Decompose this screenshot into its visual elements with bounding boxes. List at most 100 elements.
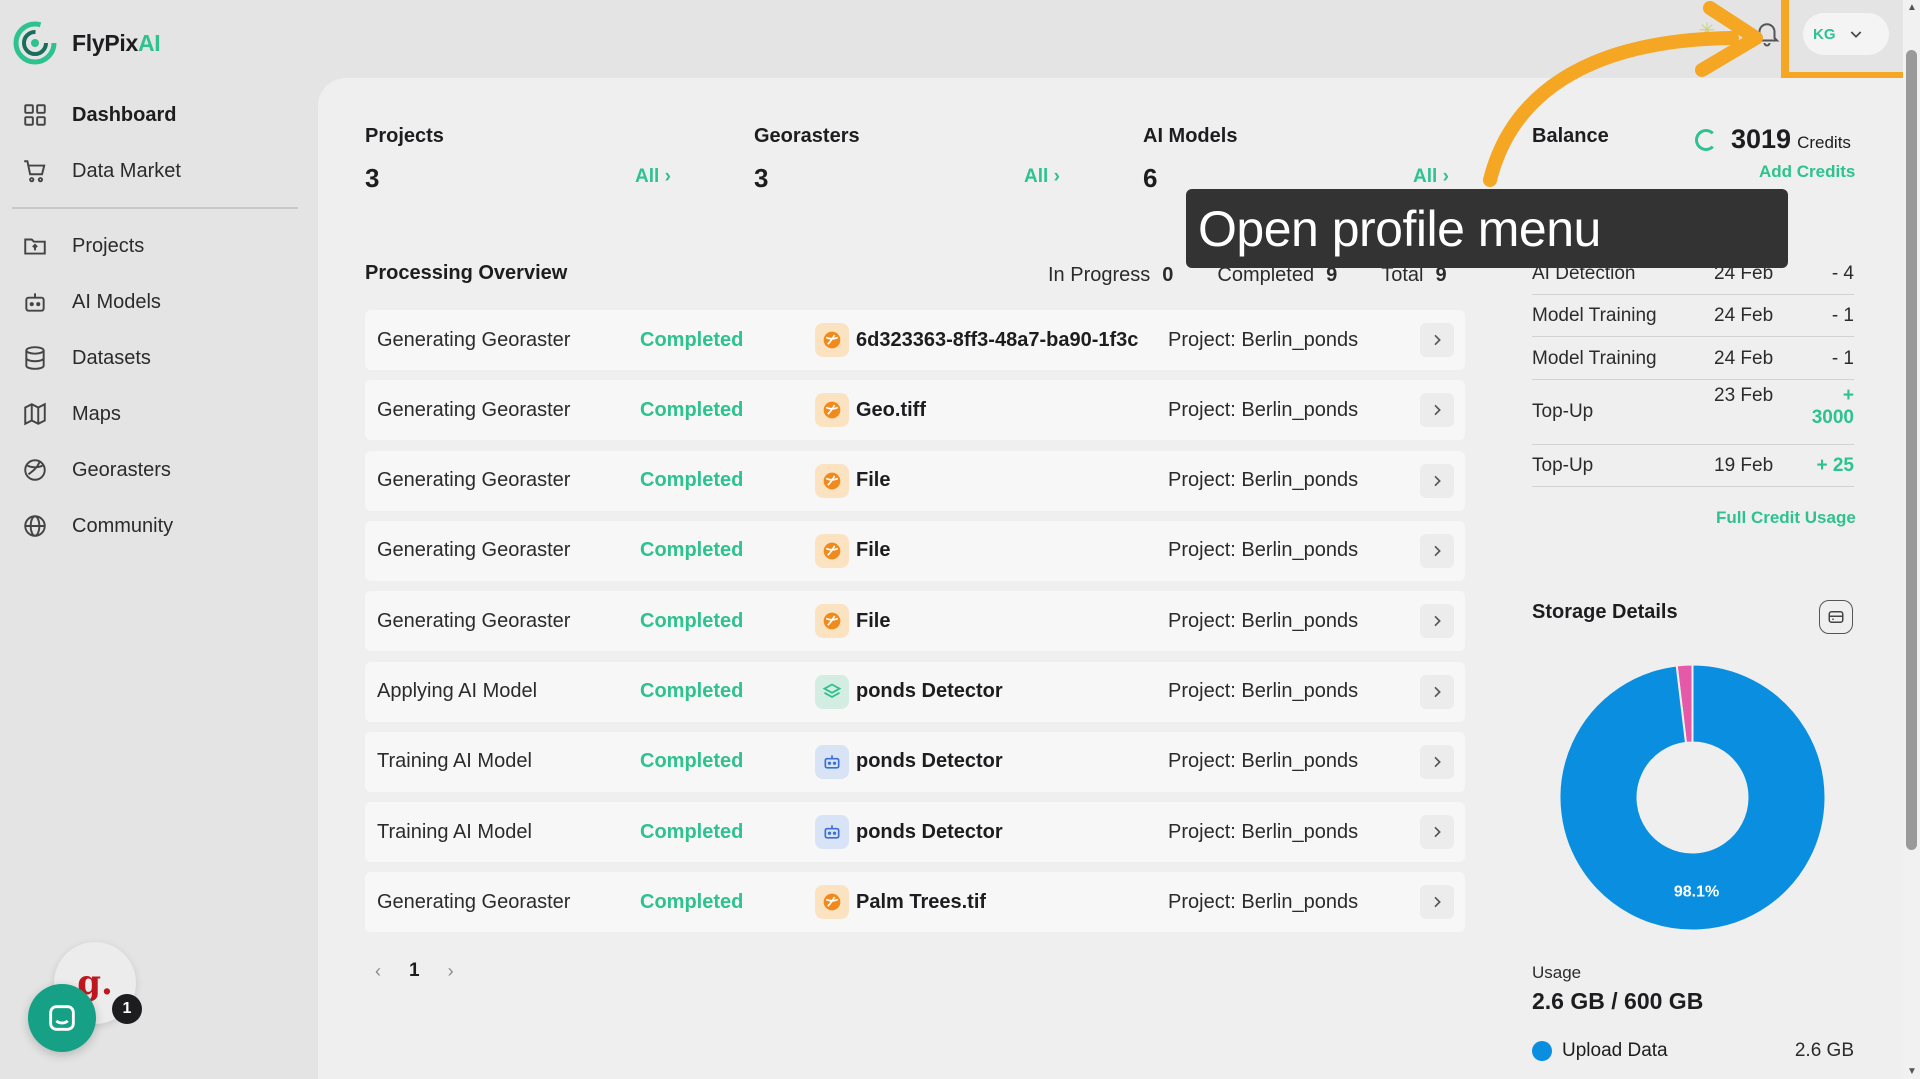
transaction-type: Top-Up <box>1532 401 1594 422</box>
next-page-button[interactable]: › <box>448 961 454 982</box>
donut-data-label: 98.1% <box>1674 884 1719 901</box>
ai-models-all-link[interactable]: All › <box>1413 166 1449 188</box>
processing-row[interactable]: Generating Georaster Completed Geo.tiff … <box>365 380 1465 441</box>
robot-icon <box>815 815 849 850</box>
chevron-right-icon: › <box>1442 166 1449 187</box>
processing-row[interactable]: Generating Georaster Completed Palm Tree… <box>365 872 1465 933</box>
row-project: Project: Berlin_ponds <box>1168 890 1359 913</box>
row-open-button[interactable] <box>1420 674 1454 709</box>
georasters-all-link[interactable]: All › <box>1024 166 1060 188</box>
row-open-button[interactable] <box>1420 393 1454 428</box>
row-open-button[interactable] <box>1420 604 1454 639</box>
row-open-button[interactable] <box>1420 744 1454 779</box>
chat-icon <box>49 1005 75 1031</box>
processing-row[interactable]: Applying AI Model Completed ponds Detect… <box>365 661 1465 722</box>
sidebar-item-data-market[interactable]: Data Market <box>22 151 181 191</box>
row-open-button[interactable] <box>1420 885 1454 920</box>
sidebar-item-datasets[interactable]: Datasets <box>22 338 151 378</box>
chevron-right-icon <box>1434 475 1441 486</box>
chevron-right-icon: › <box>1053 166 1060 187</box>
row-item-name: File <box>856 469 891 492</box>
row-task: Generating Georaster <box>377 328 571 351</box>
chat-launcher-button[interactable] <box>28 984 96 1052</box>
georaster-icon <box>815 323 849 357</box>
legend-color-swatch <box>1532 1041 1552 1061</box>
sidebar-item-ai-models[interactable]: AI Models <box>22 282 161 322</box>
chevron-right-icon <box>1434 897 1441 908</box>
row-open-button[interactable] <box>1420 463 1454 498</box>
sidebar-item-projects[interactable]: Projects <box>22 226 144 266</box>
app-logo[interactable]: FlyPixAI <box>12 20 161 66</box>
in-progress-count: In Progress 0 <box>1048 264 1174 286</box>
chevron-right-icon <box>1434 756 1441 768</box>
row-task: Generating Georaster <box>377 609 571 632</box>
chevron-right-icon <box>1434 615 1441 627</box>
processing-row[interactable]: Training AI Model Completed ponds Detect… <box>365 802 1465 863</box>
robot-icon <box>25 293 45 312</box>
stat-title: AI Models <box>1143 125 1238 147</box>
processing-row[interactable]: Generating Georaster Completed File Proj… <box>365 520 1465 581</box>
storage-title: Storage Details <box>1532 601 1678 623</box>
georaster-icon <box>815 533 849 568</box>
sidebar-item-community[interactable]: Community <box>22 506 173 546</box>
sidebar-item-label: Projects <box>72 234 145 257</box>
storage-icon <box>1828 611 1844 623</box>
chevron-right-icon <box>1434 826 1441 838</box>
globe-icon <box>24 515 46 537</box>
prev-page-button[interactable]: ‹ <box>375 961 381 982</box>
scroll-thumb[interactable] <box>1906 50 1917 850</box>
row-project: Project: Berlin_ponds <box>1168 609 1359 632</box>
row-project: Project: Berlin_ponds <box>1168 469 1359 492</box>
status-badge: Completed <box>640 680 744 702</box>
cart-icon <box>24 160 46 183</box>
processing-row[interactable]: Training AI Model Completed ponds Detect… <box>365 731 1465 792</box>
transaction-row: Model Training 24 Feb - 1 <box>1532 338 1854 380</box>
processing-row[interactable]: Generating Georaster Completed File Proj… <box>365 591 1465 652</box>
status-badge: Completed <box>640 820 744 843</box>
transaction-row: Top-Up 23 Feb +3000 <box>1532 381 1854 445</box>
row-open-button[interactable] <box>1420 533 1454 568</box>
database-icon <box>25 346 45 370</box>
scroll-up-icon[interactable]: ▲ <box>1907 2 1917 13</box>
ai-models-stat: AI Models 6 <box>1143 125 1238 193</box>
row-item-name: ponds Detector <box>856 680 1003 702</box>
usage-label: Usage <box>1532 963 1582 982</box>
sidebar-item-label: Georasters <box>72 458 171 481</box>
sidebar-item-maps[interactable]: Maps <box>22 394 121 434</box>
transaction-type: Model Training <box>1532 348 1657 369</box>
projects-all-link[interactable]: All › <box>635 166 671 188</box>
transaction-amount: +3000 <box>1811 385 1854 428</box>
page-scrollbar[interactable]: ▲ ▼ <box>1903 0 1920 1079</box>
scroll-down-icon[interactable]: ▼ <box>1907 1066 1917 1077</box>
row-open-button[interactable] <box>1420 323 1454 357</box>
transaction-date: 24 Feb <box>1714 305 1774 326</box>
sidebar-item-label: Community <box>72 514 174 537</box>
stat-value: 6 <box>1143 163 1158 193</box>
page-number[interactable]: 1 <box>409 960 420 982</box>
callout-arrow-icon <box>1483 1 1763 187</box>
sidebar-item-georasters[interactable]: Georasters <box>22 450 171 490</box>
row-project: Project: Berlin_ponds <box>1168 328 1359 351</box>
row-project: Project: Berlin_ponds <box>1168 539 1359 562</box>
chevron-right-icon <box>1434 545 1441 557</box>
row-project: Project: Berlin_ponds <box>1168 820 1359 843</box>
row-item-name: Palm Trees.tif <box>856 890 987 913</box>
status-badge: Completed <box>640 469 744 492</box>
full-credit-usage-link[interactable]: Full Credit Usage <box>1716 508 1856 528</box>
georaster-icon <box>815 885 849 920</box>
row-open-button[interactable] <box>1420 815 1454 850</box>
layers-icon <box>815 674 849 709</box>
chevron-right-icon <box>1434 405 1441 416</box>
pagination: ‹ 1 › <box>375 960 454 982</box>
processing-row[interactable]: Generating Georaster Completed 6d323363-… <box>365 310 1465 370</box>
storage-settings-button[interactable] <box>1819 600 1853 634</box>
sidebar-item-dashboard[interactable]: Dashboard <box>22 95 176 135</box>
chat-notification-badge: 1 <box>112 994 142 1024</box>
processing-overview-title: Processing Overview <box>365 262 568 284</box>
globe-grid-icon <box>24 459 46 481</box>
processing-row[interactable]: Generating Georaster Completed File Proj… <box>365 450 1465 511</box>
row-item-name: ponds Detector <box>856 820 1003 843</box>
transaction-row: Model Training 24 Feb - 1 <box>1532 295 1854 337</box>
add-credits-link[interactable]: Add Credits <box>1759 162 1855 182</box>
row-project: Project: Berlin_ponds <box>1168 398 1359 421</box>
